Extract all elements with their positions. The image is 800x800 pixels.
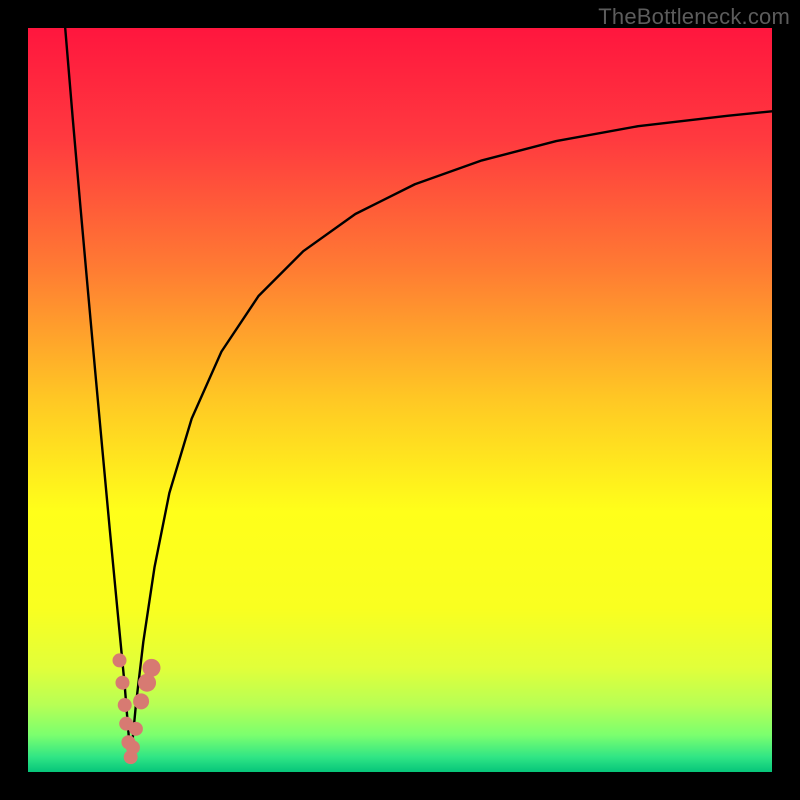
bottleneck-dot xyxy=(129,722,143,736)
watermark-text: TheBottleneck.com xyxy=(598,4,790,30)
chart-frame: TheBottleneck.com xyxy=(0,0,800,800)
bottleneck-dot xyxy=(143,659,161,677)
bottleneck-dot xyxy=(133,693,149,709)
bottleneck-chart xyxy=(28,28,772,772)
gradient-background xyxy=(28,28,772,772)
bottleneck-dot xyxy=(126,740,140,754)
bottleneck-dot xyxy=(115,676,129,690)
bottleneck-dot xyxy=(113,653,127,667)
bottleneck-dot xyxy=(118,698,132,712)
